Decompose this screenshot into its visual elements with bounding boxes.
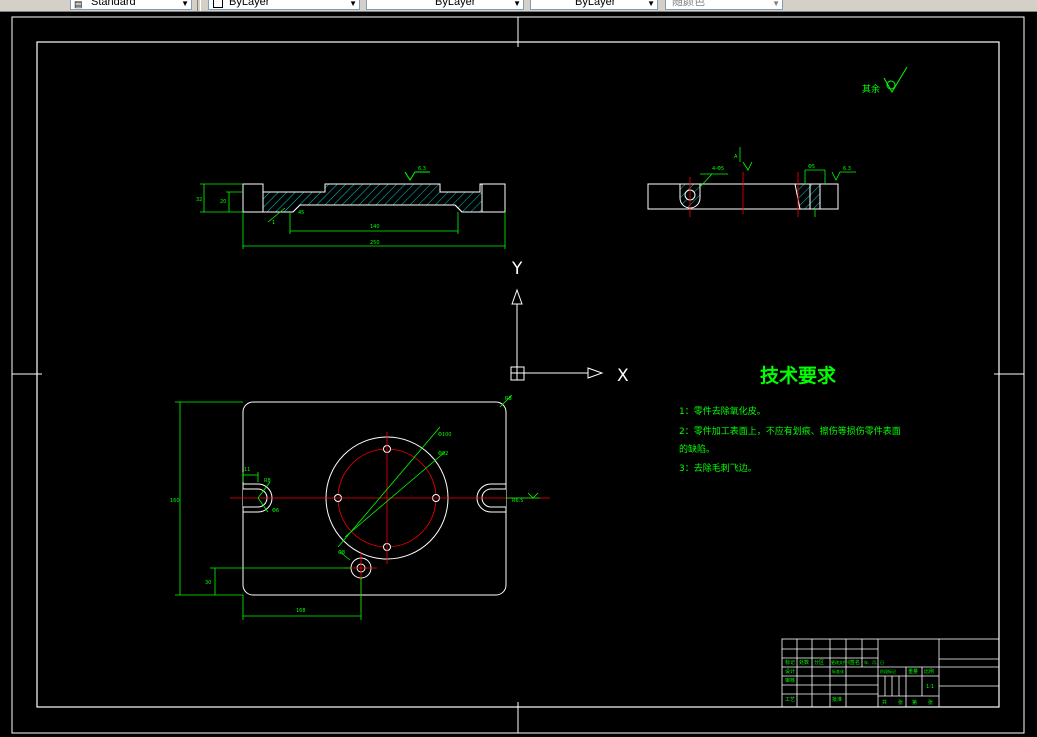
tech-req-item-1: 1：零件去除氧化皮。 — [679, 405, 766, 417]
title-block: 标记 处数 分区 更改文件号 签名 年、月、日 设计 标准化 审核 工艺 批准 … — [781, 638, 1000, 708]
frame-centre-marks — [12, 17, 1024, 733]
dim-slot-radius-right: R6.5 — [512, 498, 523, 504]
linetype-dropdown[interactable]: ByLayer ▼ — [366, 0, 524, 10]
tb-scale-value: 1:1 — [926, 684, 934, 690]
dim-width-168: 168 — [296, 608, 306, 614]
linetype-value: ByLayer — [435, 0, 476, 8]
ucs-icon — [510, 288, 604, 381]
tb-count: 处数 — [799, 659, 809, 666]
dim-section-hole: Φ5 — [808, 164, 815, 170]
tech-req-item-2-cont: 的缺陷。 — [679, 443, 715, 455]
text-style-dropdown[interactable]: ▤ Standard ▼ — [70, 0, 192, 10]
layer-value: ByLayer — [229, 0, 270, 8]
dim-circle-bolt: Φ82 — [438, 451, 448, 457]
tech-req-title: 技术要求 — [760, 364, 837, 387]
ucs-y-label: Y — [511, 259, 523, 279]
text-style-icon: ▤ — [74, 0, 83, 9]
dim-angle: 45 — [298, 210, 304, 216]
tb-date: 年、月、日 — [864, 659, 884, 665]
drawing-canvas[interactable]: 其余 6.3 250 140 32 20 1 45 4-Φ5 Φ5 A 6.3 … — [0, 12, 1037, 737]
dim-slot-radius-left: R8 — [264, 478, 271, 484]
dim-corner-radius: R8 — [505, 396, 512, 402]
tech-req-item-3: 3：去除毛刺飞边。 — [679, 462, 757, 474]
tb-process: 工艺 — [785, 697, 795, 703]
tb-standard: 标准化 — [832, 668, 844, 674]
dim-bottom-30: 30 — [205, 580, 211, 586]
roughness-symbol: 其余 — [862, 66, 908, 95]
tb-approve: 批准 — [832, 696, 842, 703]
dim-height-160: 160 — [170, 498, 180, 504]
dim-slot-11: 11 — [244, 467, 250, 473]
lineweight-value: ByLayer — [575, 0, 616, 8]
dim-overall-250: 250 — [370, 240, 380, 246]
tb-review: 审核 — [785, 677, 795, 684]
side-view: 6.3 250 140 32 20 1 45 — [196, 166, 506, 249]
chevron-down-icon: ▼ — [513, 0, 521, 8]
dim-hole: Φ6 — [272, 508, 279, 514]
chevron-down-icon: ▼ — [772, 0, 780, 8]
chevron-down-icon: ▼ — [181, 0, 189, 8]
tb-stage: 阶段标记 — [880, 668, 896, 674]
dim-section-holes: 4-Φ5 — [712, 166, 724, 172]
tb-scale: 比例 — [924, 668, 934, 675]
section-roughness-value: 6.3 — [843, 166, 851, 172]
tech-req-item-2: 2：零件加工表面上，不应有划痕、擦伤等损伤零件表面 — [679, 425, 901, 437]
tb-sheets-total-unit: 张 — [898, 699, 903, 706]
dim-inner-140: 140 — [370, 224, 380, 230]
tb-change-doc: 更改文件号 — [831, 659, 851, 665]
text-style-value: Standard — [91, 0, 136, 8]
side-roughness-value: 6.3 — [418, 166, 426, 172]
technical-requirements: 技术要求 1：零件去除氧化皮。 2：零件加工表面上，不应有划痕、擦伤等损伤零件表… — [679, 364, 901, 474]
tb-zone: 分区 — [814, 659, 824, 666]
chevron-down-icon: ▼ — [349, 0, 357, 8]
plot-style-value: 随颜色 — [672, 0, 705, 8]
tb-sign: 签名 — [850, 659, 860, 666]
ucs-x-label: X — [617, 366, 629, 386]
dim-height-32: 32 — [196, 197, 202, 203]
section-label-a: A — [734, 154, 738, 160]
layer-dropdown[interactable]: ByLayer ▼ — [208, 0, 360, 10]
lineweight-dropdown[interactable]: ByLayer ▼ — [530, 0, 658, 10]
tb-mark: 标记 — [785, 659, 795, 666]
tb-sheet-no-unit: 张 — [928, 699, 933, 706]
tb-sheets-total: 共 — [882, 699, 887, 706]
drawing-frame — [36, 41, 1000, 708]
tb-weight: 重量 — [908, 668, 918, 675]
properties-toolbar: ▤ Standard ▼ ByLayer ▼ ByLayer ▼ ByLayer… — [0, 0, 1037, 12]
dim-circle-outer: Φ100 — [438, 432, 451, 438]
section-view: 4-Φ5 Φ5 A 6.3 — [647, 147, 856, 217]
sheet-border — [11, 16, 1025, 734]
tb-design: 设计 — [785, 668, 795, 675]
dim-small-hole: Φ8 — [338, 550, 345, 556]
tb-sheet-no: 第 — [912, 699, 917, 706]
color-swatch-icon — [213, 0, 223, 8]
roughness-label: 其余 — [862, 83, 880, 95]
chevron-down-icon: ▼ — [647, 0, 655, 8]
plot-style-dropdown[interactable]: 随颜色 ▼ — [665, 0, 783, 10]
toolbar-separator — [197, 0, 201, 11]
dim-small-1: 1 — [272, 220, 275, 226]
plan-view: 160 168 30 11 Φ100 Φ82 R8 R6.5 Φ6 R8 Φ8 — [170, 394, 550, 620]
dim-height-20: 20 — [220, 199, 226, 205]
